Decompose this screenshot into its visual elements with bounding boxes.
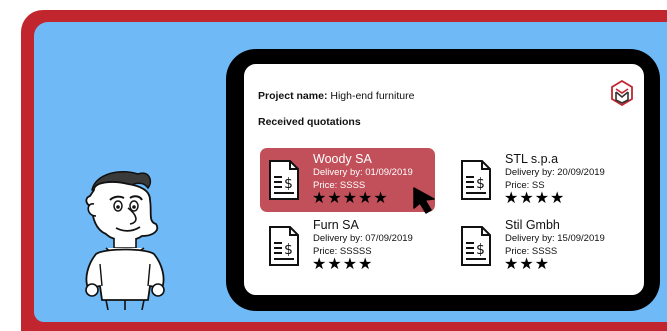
supplier-name: Furn SA (313, 218, 359, 232)
delivery-date: Delivery by: 20/09/2019 (505, 167, 605, 178)
invoice-document-icon: $ (269, 160, 299, 200)
quotation-card-woody-sa[interactable]: $ Woody SA Delivery by: 01/09/2019 Price… (260, 148, 435, 212)
svg-text:$: $ (476, 176, 485, 192)
delivery-date: Delivery by: 07/09/2019 (313, 233, 413, 244)
quotation-card-furn-sa[interactable]: $ Furn SA Delivery by: 07/09/2019 Price:… (260, 214, 435, 278)
rating-stars: ★★★ (504, 256, 551, 273)
delivery-date: Delivery by: 01/09/2019 (313, 167, 413, 178)
svg-text:$: $ (284, 176, 293, 192)
project-name-value: High-end furniture (330, 90, 415, 102)
rating-stars: ★★★★★ (312, 190, 389, 207)
mouse-pointer-icon (413, 187, 435, 214)
project-name-label: Project name: (258, 90, 328, 102)
brand-logo-icon (611, 80, 633, 106)
section-title: Received quotations (258, 116, 361, 128)
invoice-document-icon: $ (269, 226, 299, 266)
svg-text:$: $ (476, 242, 485, 258)
rating-stars: ★★★★ (312, 256, 374, 273)
svg-text:$: $ (284, 242, 293, 258)
quotation-card-stil-gmbh[interactable]: $ Stil Gmbh Delivery by: 15/09/2019 Pric… (452, 214, 627, 278)
project-name: Project name: High-end furniture (258, 90, 414, 102)
quotation-screen: Project name: High-end furniture Receive… (244, 64, 644, 295)
delivery-date: Delivery by: 15/09/2019 (505, 233, 605, 244)
rating-stars: ★★★★ (504, 190, 566, 207)
invoice-document-icon: $ (461, 160, 491, 200)
supplier-name: STL s.p.a (505, 152, 559, 166)
supplier-name: Stil Gmbh (505, 218, 560, 232)
supplier-name: Woody SA (313, 152, 372, 166)
invoice-document-icon: $ (461, 226, 491, 266)
quotation-card-stl-spa[interactable]: $ STL s.p.a Delivery by: 20/09/2019 Pric… (452, 148, 627, 212)
man-illustration (85, 170, 165, 310)
